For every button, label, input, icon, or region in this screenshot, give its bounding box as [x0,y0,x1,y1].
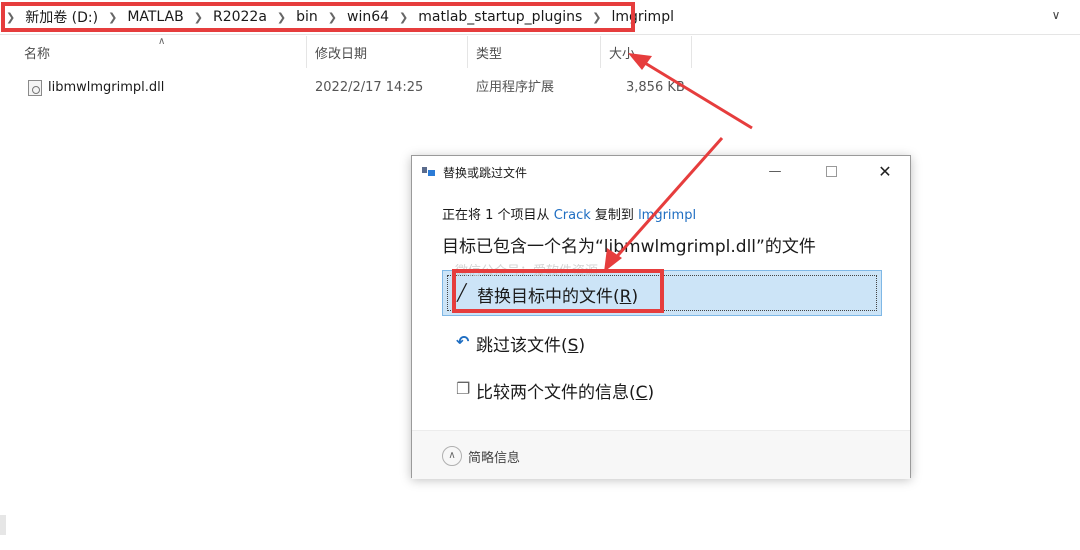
table-row[interactable]: libmwlmgrimpl.dll 2022/2/17 14:25 应用程序扩展… [0,74,1080,102]
replace-file-label: 替换目标中的文件(R) [477,287,639,307]
fewer-details-link[interactable]: 简略信息 [468,447,520,466]
close-button[interactable]: ✕ [862,156,908,188]
breadcrumb-item[interactable]: win64 [343,9,393,25]
skip-file-button[interactable]: ↶ 跳过该文件(S) [442,320,882,366]
copy-prefix: 正在将 1 个项目从 [442,208,550,223]
maximize-button[interactable] [808,156,854,188]
chevron-down-icon[interactable]: ∨ [1048,8,1064,24]
maximize-icon [825,166,837,177]
column-header-size[interactable]: 大小 [601,34,691,70]
column-header-type[interactable]: 类型 [468,34,600,70]
copy-status: 正在将 1 个项目从 Crack 复制到 lmgrimpl [442,204,696,223]
breadcrumb-item[interactable]: matlab_startup_plugins [414,9,586,25]
column-divider[interactable] [691,36,692,68]
column-header-modified[interactable]: 修改日期 [307,34,467,70]
column-header-name[interactable]: 名称 [16,34,306,70]
file-size: 3,856 KB [626,80,685,95]
minimize-button[interactable]: — [752,156,798,188]
dialog-title: 替换或跳过文件 [443,166,528,180]
skip-file-label: 跳过该文件(S) [476,336,586,356]
breadcrumb-item[interactable]: R2022a [209,9,271,25]
address-bar[interactable]: ❯ 新加卷 (D:) ❯ MATLAB ❯ R2022a ❯ bin ❯ win… [0,0,1080,35]
compare-files-button[interactable]: ❐ 比较两个文件的信息(C) [442,367,882,413]
breadcrumb-item[interactable]: 新加卷 (D:) [21,7,102,27]
compare-documents-icon: ❐ [456,379,471,398]
replace-or-skip-dialog: 替换或跳过文件 — ✕ 正在将 1 个项目从 Crack 复制到 lmgrimp… [411,155,911,479]
watermark-text: 微信公众号：爱软件资源 [455,264,599,279]
compare-files-label: 比较两个文件的信息(C) [476,383,655,403]
file-type: 应用程序扩展 [476,80,555,95]
breadcrumb: ❯ 新加卷 (D:) ❯ MATLAB ❯ R2022a ❯ bin ❯ win… [0,4,678,30]
file-name: libmwlmgrimpl.dll [48,80,165,95]
chevron-right-icon: ❯ [399,10,409,24]
copy-mid: 复制到 [594,208,634,223]
scrollbar[interactable] [0,515,6,535]
file-modified: 2022/2/17 14:25 [315,80,424,95]
chevron-right-icon: ❯ [592,10,602,24]
dll-file-icon [28,80,42,96]
chevron-right-icon: ❯ [108,10,118,24]
chevron-right-icon: ❯ [327,10,337,24]
breadcrumb-item[interactable]: MATLAB [123,9,187,25]
file-transfer-icon [422,167,436,177]
chevron-right-icon: ❯ [276,10,287,24]
dialog-footer: ∧ 简略信息 [412,430,910,479]
destination-folder-link[interactable]: lmgrimpl [638,208,696,223]
chevron-right-icon: ❯ [193,10,203,24]
check-mark-icon: ╱ [457,283,467,302]
breadcrumb-item[interactable]: lmgrimpl [608,9,678,25]
chevron-right-icon: ❯ [6,10,16,24]
source-folder-link[interactable]: Crack [554,208,591,223]
dialog-titlebar[interactable]: 替换或跳过文件 — ✕ [412,156,910,188]
undo-arrow-icon: ↶ [456,332,470,351]
conflict-headline: 目标已包含一个名为“libmwlmgrimpl.dll”的文件 [442,237,816,257]
breadcrumb-item[interactable]: bin [292,9,322,25]
chevron-up-icon[interactable]: ∧ [442,446,462,466]
